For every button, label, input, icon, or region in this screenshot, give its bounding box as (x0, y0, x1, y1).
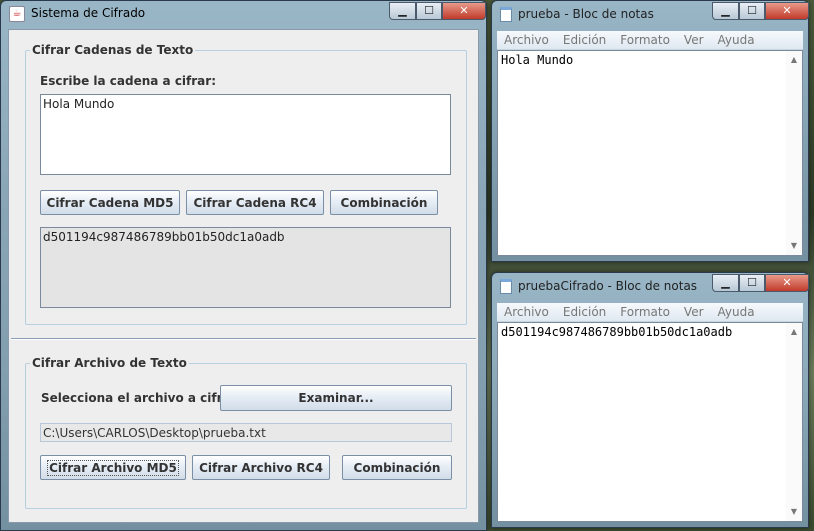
close-button[interactable]: ✕ (765, 274, 809, 292)
notepad-prueba-window: prueba - Bloc de notas ▁ ☐ ✕ Archivo Edi… (491, 0, 809, 262)
notepad-prueba-editor[interactable]: Hola Mundo ▲ ▼ (497, 50, 803, 256)
maximize-button[interactable]: ☐ (739, 274, 765, 292)
menu-edicion[interactable]: Edición (556, 31, 613, 49)
close-button[interactable]: ✕ (442, 2, 486, 20)
file-cipher-legend: Cifrar Archivo de Texto (30, 356, 189, 370)
string-output-area: d501194c987486789bb01b50dc1a0adb (40, 227, 451, 308)
notepad-prueba-titlebar[interactable]: prueba - Bloc de notas ▁ ☐ ✕ (492, 1, 809, 29)
group-separator (11, 338, 476, 340)
notepad-cifrado-menubar: Archivo Edición Formato Ver Ayuda (497, 303, 803, 322)
minimize-button[interactable]: ▁ (712, 2, 739, 20)
text-cipher-legend: Cifrar Cadenas de Texto (30, 43, 196, 57)
maximize-button[interactable]: ☐ (739, 2, 765, 20)
scroll-up-icon[interactable]: ▲ (786, 325, 802, 339)
notepad-prueba-menubar: Archivo Edición Formato Ver Ayuda (497, 31, 803, 50)
notepad-cifrado-titlebar[interactable]: pruebaCifrado - Bloc de notas ▁ ☐ ✕ (492, 273, 809, 301)
file-combination-button[interactable]: Combinación (342, 455, 452, 480)
encrypt-file-rc4-label: Cifrar Archivo RC4 (199, 460, 323, 475)
window-title: Sistema de Cifrado (31, 6, 146, 20)
notepad-cifrado-content[interactable]: d501194c987486789bb01b50dc1a0adb (501, 325, 732, 339)
menu-archivo[interactable]: Archivo (497, 303, 556, 321)
encrypt-file-md5-button[interactable]: Cifrar Archivo MD5 (40, 455, 186, 480)
cipher-app-window: ☕ Sistema de Cifrado ▁ ☐ ✕ Cifrar Cadena… (0, 0, 487, 531)
file-path-field: C:\Users\CARLOS\Desktop\prueba.txt (40, 423, 452, 442)
vertical-scrollbar[interactable]: ▲ ▼ (786, 51, 802, 255)
menu-ayuda[interactable]: Ayuda (711, 31, 762, 49)
notepad-icon (500, 279, 512, 294)
string-prompt-label: Escribe la cadena a cifrar: (40, 74, 216, 88)
encrypt-file-md5-label: Cifrar Archivo MD5 (47, 459, 179, 476)
cipher-app-content: Cifrar Cadenas de Texto Escribe la caden… (8, 29, 479, 523)
encrypt-string-md5-button[interactable]: Cifrar Cadena MD5 (40, 190, 180, 215)
maximize-button[interactable]: ☐ (416, 2, 442, 20)
notepad-cifrado-title: pruebaCifrado - Bloc de notas (518, 279, 698, 293)
encrypt-file-rc4-button[interactable]: Cifrar Archivo RC4 (192, 455, 330, 480)
menu-edicion[interactable]: Edición (556, 303, 613, 321)
vertical-scrollbar[interactable]: ▲ ▼ (786, 323, 802, 521)
menu-archivo[interactable]: Archivo (497, 31, 556, 49)
scroll-down-icon[interactable]: ▼ (786, 239, 802, 253)
notepad-prueba-content[interactable]: Hola Mundo (501, 53, 573, 67)
encrypt-string-rc4-label: Cifrar Cadena RC4 (193, 195, 317, 210)
string-combination-button[interactable]: Combinación (330, 190, 438, 215)
encrypt-string-md5-label: Cifrar Cadena MD5 (46, 195, 174, 210)
file-select-label: Selecciona el archivo a cifrar: (41, 391, 242, 405)
minimize-button[interactable]: ▁ (712, 274, 739, 292)
encrypt-string-rc4-button[interactable]: Cifrar Cadena RC4 (186, 190, 324, 215)
browse-button-label: Examinar... (298, 391, 374, 405)
notepad-icon (500, 7, 512, 22)
notepad-prueba-cifrado-window: pruebaCifrado - Bloc de notas ▁ ☐ ✕ Arch… (491, 272, 809, 528)
menu-ver[interactable]: Ver (677, 31, 711, 49)
string-combination-label: Combinación (340, 195, 428, 210)
scroll-up-icon[interactable]: ▲ (786, 53, 802, 67)
menu-formato[interactable]: Formato (613, 303, 677, 321)
java-cup-icon: ☕ (9, 6, 25, 22)
scroll-down-icon[interactable]: ▼ (786, 505, 802, 519)
notepad-cifrado-editor[interactable]: d501194c987486789bb01b50dc1a0adb ▲ ▼ (497, 322, 803, 522)
browse-button[interactable]: Examinar... (220, 385, 452, 411)
menu-formato[interactable]: Formato (613, 31, 677, 49)
file-combination-label: Combinación (353, 460, 441, 475)
minimize-button[interactable]: ▁ (389, 2, 416, 20)
menu-ayuda[interactable]: Ayuda (711, 303, 762, 321)
string-input-area[interactable]: Hola Mundo (40, 94, 451, 175)
close-button[interactable]: ✕ (765, 2, 809, 20)
cipher-app-titlebar[interactable]: ☕ Sistema de Cifrado ▁ ☐ ✕ (1, 1, 486, 29)
menu-ver[interactable]: Ver (677, 303, 711, 321)
notepad-prueba-title: prueba - Bloc de notas (518, 7, 654, 21)
